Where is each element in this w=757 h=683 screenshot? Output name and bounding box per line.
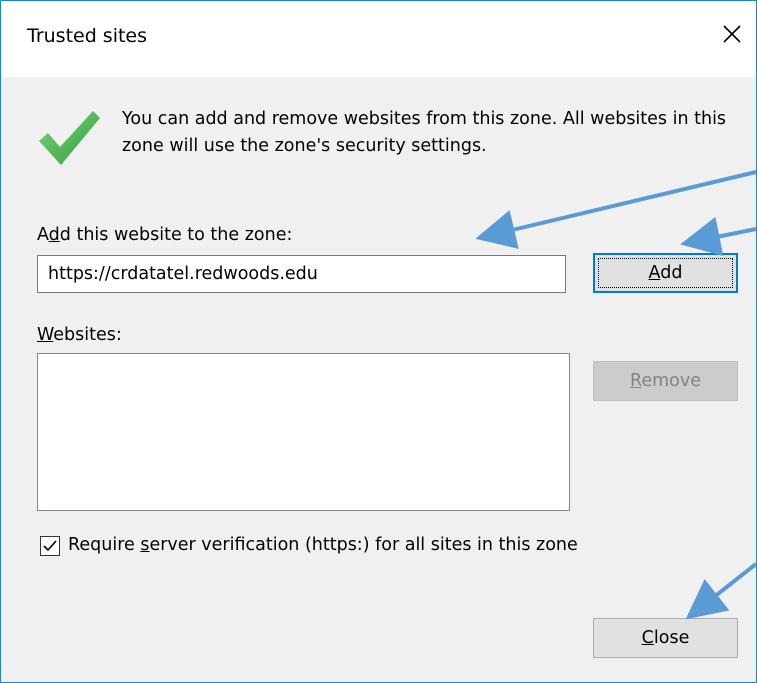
arrow-to-close-button bbox=[685, 562, 757, 620]
arrow-to-url-input bbox=[475, 170, 757, 249]
arrow-to-add-button bbox=[680, 216, 757, 257]
annotation-arrows bbox=[475, 170, 757, 620]
